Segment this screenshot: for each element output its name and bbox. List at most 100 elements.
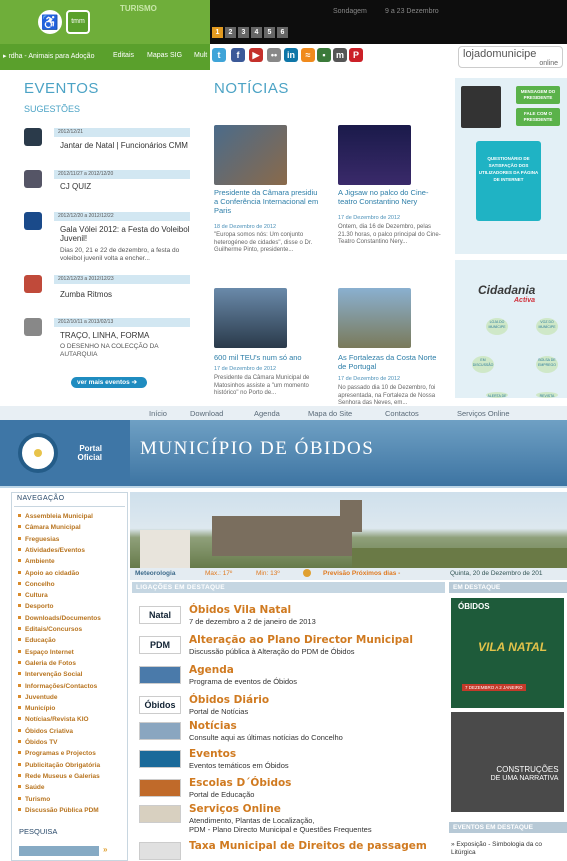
ver-mais-eventos-button[interactable]: ver mais eventos ➔ bbox=[71, 377, 147, 388]
twitter-icon[interactable]: t bbox=[212, 48, 226, 62]
sidebar-item[interactable]: Óbidos TV bbox=[18, 739, 58, 747]
toplink-servicos[interactable]: Serviços Online bbox=[457, 409, 510, 418]
link-title[interactable]: Óbidos Vila Natal bbox=[189, 604, 291, 616]
sidebar-item[interactable]: Downloads/Documentos bbox=[18, 615, 101, 623]
link-thumbnail[interactable] bbox=[139, 666, 181, 684]
sidebar-item[interactable]: Notícias/Revista KIO bbox=[18, 716, 89, 724]
facebook-icon[interactable]: f bbox=[231, 48, 245, 62]
page-6-button[interactable]: 6 bbox=[277, 27, 288, 38]
link-title[interactable]: Alteração ao Plano Director Municipal bbox=[189, 634, 413, 646]
sidebar-item[interactable]: Intervenção Social bbox=[18, 671, 82, 679]
page-4-button[interactable]: 4 bbox=[251, 27, 262, 38]
sidebar-item[interactable]: Educação bbox=[18, 637, 56, 645]
link-title[interactable]: Escolas D´Óbidos bbox=[189, 777, 291, 789]
news-title[interactable]: A Jigsaw no palco do Cine-teatro Constan… bbox=[338, 188, 446, 206]
nav-item-adocao[interactable]: ▸ rdha - Animais para Adoção bbox=[3, 52, 94, 60]
link-title[interactable]: Serviços Online bbox=[189, 803, 281, 815]
sidebar-item[interactable]: Cultura bbox=[18, 592, 48, 600]
sidebar-item[interactable]: Município bbox=[18, 705, 55, 713]
news-image[interactable] bbox=[338, 125, 411, 185]
news-image[interactable] bbox=[214, 125, 287, 185]
link-title[interactable]: Notícias bbox=[189, 720, 237, 732]
linkedin-icon[interactable]: in bbox=[284, 48, 298, 62]
link-thumbnail[interactable]: Natal bbox=[139, 606, 181, 624]
sidebar-item[interactable]: Espaço Internet bbox=[18, 649, 74, 657]
nav-item-mult[interactable]: Mult bbox=[194, 52, 207, 59]
event-thumbnail[interactable] bbox=[24, 212, 42, 230]
event-title[interactable]: CJ QUIZ bbox=[60, 182, 91, 191]
event-thumbnail[interactable] bbox=[24, 128, 42, 146]
link-title[interactable]: Eventos bbox=[189, 748, 236, 760]
news-title[interactable]: Presidente da Câmara presidiu a Conferên… bbox=[214, 188, 322, 215]
sidebar-item[interactable]: Saúde bbox=[18, 784, 45, 792]
page-1-button[interactable]: 1 bbox=[212, 27, 223, 38]
link-thumbnail[interactable] bbox=[139, 842, 181, 860]
link-thumbnail[interactable]: PDM bbox=[139, 636, 181, 654]
link-title[interactable]: Taxa Municipal de Direitos de passagem bbox=[189, 840, 427, 852]
construcoes-poster[interactable] bbox=[451, 712, 564, 812]
sidebar-item[interactable]: Freguesias bbox=[18, 536, 59, 544]
sidebar-item[interactable]: Publicitação Obrigatória bbox=[18, 762, 100, 770]
sidebar-item[interactable]: Rede Museus e Galerias bbox=[18, 773, 100, 781]
sidebar-item[interactable]: Óbidos Criativa bbox=[18, 728, 73, 736]
sidebar-item[interactable]: Concelho bbox=[18, 581, 55, 589]
link-thumbnail[interactable]: Óbidos bbox=[139, 696, 181, 714]
loja-municipe-icon[interactable]: LOJA DO MUNÍCIPE bbox=[486, 318, 508, 335]
previsao-link[interactable]: Previsão Próximos dias - bbox=[323, 570, 400, 577]
sidebar-item[interactable]: Programas e Projectos bbox=[18, 750, 96, 758]
sidebar-item[interactable]: Atividades/Eventos bbox=[18, 547, 85, 555]
event-thumbnail[interactable] bbox=[24, 318, 42, 336]
accessibility-icon[interactable]: ♿ bbox=[38, 10, 62, 34]
toplink-inicio[interactable]: Início bbox=[149, 409, 167, 418]
sidebar-item[interactable]: Turismo bbox=[18, 796, 50, 804]
delicious-icon[interactable]: ▪ bbox=[317, 48, 331, 62]
search-input[interactable] bbox=[19, 846, 99, 856]
toplink-download[interactable]: Download bbox=[190, 409, 223, 418]
myspace-icon[interactable]: m bbox=[333, 48, 347, 62]
link-thumbnail[interactable] bbox=[139, 750, 181, 768]
event-title[interactable]: Gala Vólei 2012: a Festa do Voleibol Juv… bbox=[60, 225, 195, 243]
nav-item-editais[interactable]: Editais bbox=[113, 52, 134, 59]
sidebar-item[interactable]: Juventude bbox=[18, 694, 58, 702]
sidebar-item[interactable]: Apoio ao cidadão bbox=[18, 570, 79, 578]
event-thumbnail[interactable] bbox=[24, 170, 42, 188]
mensagem-presidente-button[interactable]: MENSAGEM DO PRESIDENTE bbox=[516, 86, 560, 104]
toplink-mapa[interactable]: Mapa do Site bbox=[308, 409, 352, 418]
sidebar-item[interactable]: Desporto bbox=[18, 603, 54, 611]
event-title[interactable]: TRAÇO, LINHA, FORMA bbox=[60, 331, 149, 340]
em-discussao-icon[interactable]: EM DISCUSSÃO bbox=[472, 356, 494, 373]
sidebar-item[interactable]: Galeria de Fotos bbox=[18, 660, 76, 668]
news-title[interactable]: As Fortalezas da Costa Norte de Portugal bbox=[338, 353, 446, 371]
bolsa-emprego-icon[interactable]: BOLSA DE EMPREGO bbox=[536, 356, 558, 373]
link-thumbnail[interactable] bbox=[139, 722, 181, 740]
sidebar-item[interactable]: Discussão Pública PDM bbox=[18, 807, 99, 815]
eventos-destaque-item[interactable]: » Exposição - Simbologia da co Litúrgica bbox=[451, 841, 567, 857]
news-image[interactable] bbox=[214, 288, 287, 348]
sidebar-item[interactable]: Câmara Municipal bbox=[18, 524, 81, 532]
flickr-icon[interactable]: •• bbox=[267, 48, 281, 62]
page-3-button[interactable]: 3 bbox=[238, 27, 249, 38]
link-title[interactable]: Agenda bbox=[189, 664, 234, 676]
link-thumbnail[interactable] bbox=[139, 805, 181, 823]
loja-municipe-logo[interactable]: lojadomunicipe online bbox=[458, 46, 563, 68]
youtube-icon[interactable]: ▶ bbox=[249, 48, 263, 62]
event-thumbnail[interactable] bbox=[24, 275, 42, 293]
rss-icon[interactable]: ≈ bbox=[301, 48, 315, 62]
page-2-button[interactable]: 2 bbox=[225, 27, 236, 38]
revista-municipal-icon[interactable]: REVISTA MUNICIPAL bbox=[536, 392, 558, 398]
toplink-contactos[interactable]: Contactos bbox=[385, 409, 419, 418]
turismo-label[interactable]: TURISMO bbox=[120, 4, 157, 13]
link-thumbnail[interactable] bbox=[139, 779, 181, 797]
alerta-obras-icon[interactable]: ALERTA DE OBRAS bbox=[486, 392, 508, 398]
event-title[interactable]: Jantar de Natal | Funcionários CMM bbox=[60, 141, 188, 150]
sidebar-item[interactable]: Assembleia Municipal bbox=[18, 513, 93, 521]
questionario-button[interactable]: QUESTIONÁRIO DE SATISFAÇÃO DOS UTILIZADO… bbox=[476, 141, 541, 221]
fale-presidente-button[interactable]: FALE COM O PRESIDENTE bbox=[516, 108, 560, 126]
presidente-photo[interactable] bbox=[461, 86, 501, 128]
sidebar-item[interactable]: Ambiente bbox=[18, 558, 55, 566]
event-title[interactable]: Zumba Ritmos bbox=[60, 290, 112, 299]
pinterest-icon[interactable]: P bbox=[349, 48, 363, 62]
link-title[interactable]: Óbidos Diário bbox=[189, 694, 269, 706]
sidebar-item[interactable]: Editais/Concursos bbox=[18, 626, 82, 634]
sidebar-item[interactable]: Informações/Contactos bbox=[18, 683, 97, 691]
